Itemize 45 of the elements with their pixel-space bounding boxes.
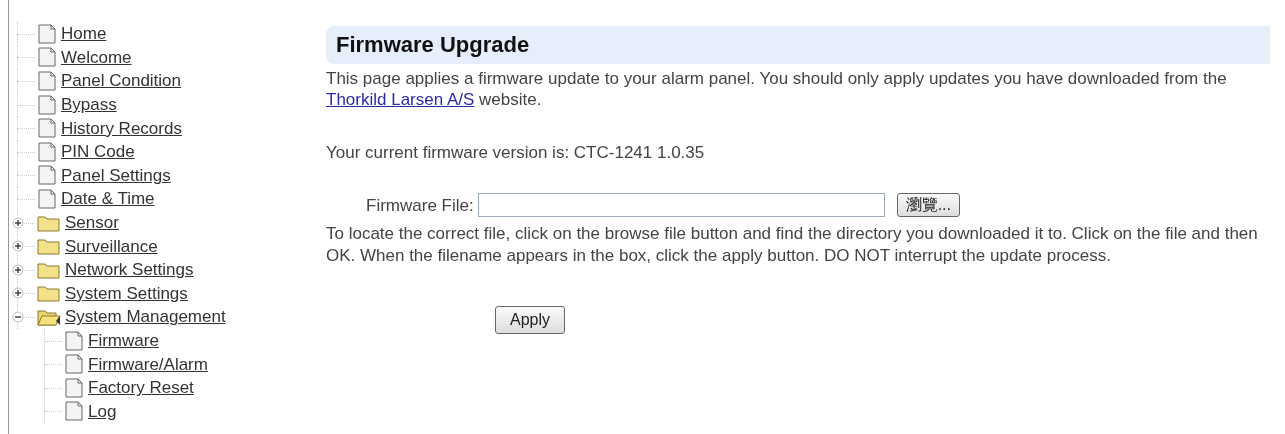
nav-link[interactable]: Firmware/Alarm xyxy=(88,355,208,373)
nav-link[interactable]: Firmware xyxy=(88,332,159,349)
page-icon xyxy=(37,94,57,115)
instructions-paragraph: To locate the correct file, click on the browse file button and find the directory you downloaded it to. Click on the file and then OK. When the filename appears in the box, click the apply button. DO NOT interrupt the update process. xyxy=(326,223,1259,266)
expand-icon[interactable] xyxy=(12,216,24,229)
nav-link[interactable]: Home xyxy=(61,25,107,43)
version-text: Your current firmware version is: CTC-1241 1.0.35 xyxy=(326,142,706,164)
folder-icon xyxy=(37,236,61,257)
page-icon xyxy=(64,330,84,351)
nav-link[interactable]: Network Settings xyxy=(65,261,194,279)
apply-button[interactable]: Apply xyxy=(495,305,566,334)
collapse-icon[interactable] xyxy=(12,310,24,323)
intro-paragraph: This page applies a firmware update to your alarm panel. You should only apply updates you have downloaded from the Thorkild Larsen A/S website. xyxy=(326,67,1228,110)
page-icon xyxy=(37,118,57,139)
page-icon xyxy=(37,47,57,68)
folder-icon xyxy=(37,283,61,304)
nav-link[interactable]: Welcome xyxy=(61,48,132,66)
nav-link[interactable]: System Settings xyxy=(65,284,188,302)
nav-link[interactable]: Bypass xyxy=(61,96,117,114)
browse-button[interactable]: 瀏覽... xyxy=(896,193,960,218)
expand-icon[interactable] xyxy=(12,240,24,253)
file-path-field[interactable] xyxy=(477,193,885,218)
nav-link[interactable]: Log xyxy=(88,402,117,420)
nav-link[interactable]: Factory Reset xyxy=(88,379,194,397)
page-icon xyxy=(64,354,84,375)
expand-icon[interactable] xyxy=(12,263,24,276)
page-icon xyxy=(37,23,57,44)
nav-link[interactable]: Date & Time xyxy=(61,190,155,208)
page-title: Firmware Upgrade xyxy=(326,26,1270,64)
page-icon xyxy=(64,401,84,422)
nav-link[interactable]: Surveillance xyxy=(65,237,158,255)
nav-link[interactable]: System Management xyxy=(65,308,226,326)
nav-link[interactable]: Panel Condition xyxy=(61,72,182,90)
page-icon xyxy=(37,71,57,91)
nav-link[interactable]: PIN Code xyxy=(61,143,135,161)
nav-link[interactable]: History Records xyxy=(61,119,182,137)
expand-icon[interactable] xyxy=(12,287,24,300)
field-label: Firmware File: xyxy=(366,194,474,216)
page-icon xyxy=(37,188,57,209)
nav-link[interactable]: Panel Settings xyxy=(61,166,171,184)
page-icon xyxy=(37,165,57,186)
vendor-link[interactable]: Thorkild Larsen A/S xyxy=(326,89,475,109)
page-icon xyxy=(37,141,57,162)
page-icon xyxy=(64,377,84,398)
nav-link[interactable]: Sensor xyxy=(65,214,119,232)
